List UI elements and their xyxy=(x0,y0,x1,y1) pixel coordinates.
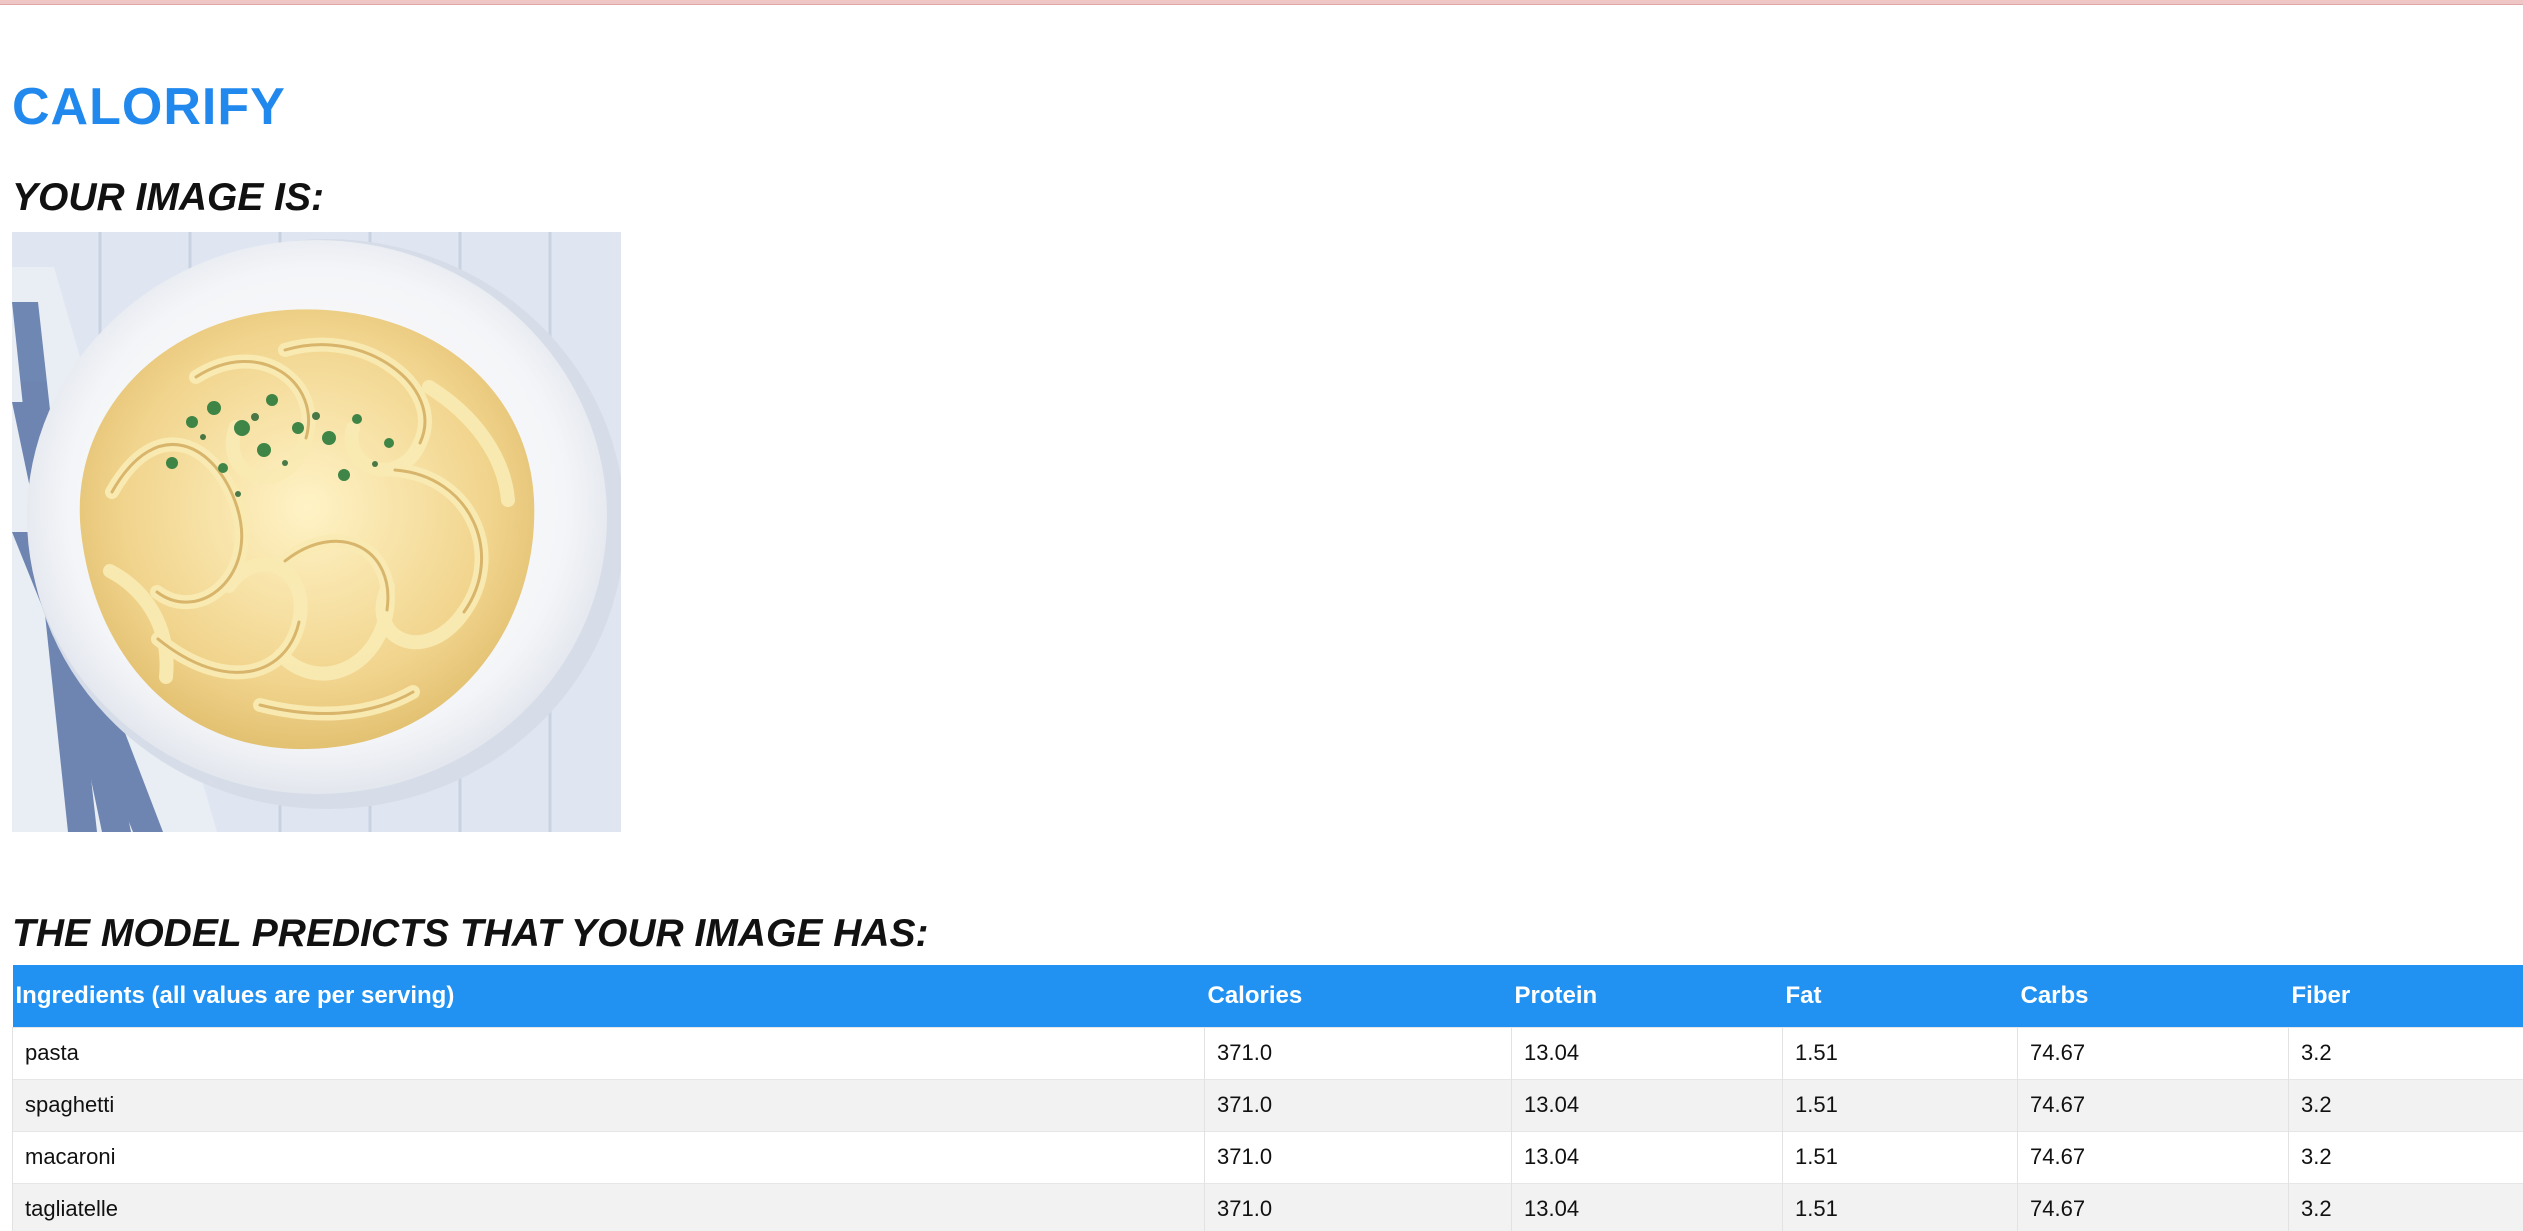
carbs-cell: 74.67 xyxy=(2017,1026,2289,1079)
column-header-carbs: Carbs xyxy=(2020,981,2089,1009)
table-row: pasta 371.0 13.04 1.51 74.67 3.2 xyxy=(12,1026,2523,1079)
calories-cell: 371.0 xyxy=(1204,1130,1512,1183)
ingredient-cell: pasta xyxy=(12,1026,1205,1079)
ingredient-cell: tagliatelle xyxy=(12,1182,1205,1231)
protein-cell: 13.04 xyxy=(1511,1182,1783,1231)
nutrition-table: Ingredients (all values are per serving)… xyxy=(12,965,2523,1231)
protein-cell: 13.04 xyxy=(1511,1026,1783,1079)
ingredient-cell: spaghetti xyxy=(12,1078,1205,1131)
table-row: macaroni 371.0 13.04 1.51 74.67 3.2 xyxy=(12,1130,2523,1183)
calorify-page: CALORIFY YOUR IMAGE IS: THE MODEL PREDIC… xyxy=(12,0,2523,1231)
uploaded-food-image xyxy=(12,232,621,832)
column-header-protein: Protein xyxy=(1514,981,1598,1009)
column-header-calories: Calories xyxy=(1207,981,1303,1009)
table-row: tagliatelle 371.0 13.04 1.51 74.67 3.2 xyxy=(12,1182,2523,1231)
prediction-heading: THE MODEL PREDICTS THAT YOUR IMAGE HAS: xyxy=(12,912,929,956)
fiber-cell: 3.2 xyxy=(2288,1026,2523,1079)
pasta-pile xyxy=(79,309,535,750)
nutrition-table-container: Ingredients (all values are per serving)… xyxy=(12,965,2523,1231)
calories-cell: 371.0 xyxy=(1204,1078,1512,1131)
calories-cell: 371.0 xyxy=(1204,1026,1512,1079)
protein-cell: 13.04 xyxy=(1511,1130,1783,1183)
fiber-cell: 3.2 xyxy=(2288,1078,2523,1131)
calories-cell: 371.0 xyxy=(1204,1182,1512,1231)
column-header-fiber: Fiber xyxy=(2291,981,2351,1009)
fat-cell: 1.51 xyxy=(1782,1182,2018,1231)
app-title: CALORIFY xyxy=(12,77,286,136)
carbs-cell: 74.67 xyxy=(2017,1078,2289,1131)
column-header-fat: Fat xyxy=(1785,981,1822,1009)
uploaded-image-heading: YOUR IMAGE IS: xyxy=(12,176,325,220)
ingredient-cell: macaroni xyxy=(12,1130,1205,1183)
fiber-cell: 3.2 xyxy=(2288,1130,2523,1183)
column-header-ingredients: Ingredients (all values are per serving) xyxy=(15,981,455,1009)
table-header-row: Ingredients (all values are per serving)… xyxy=(12,965,2523,1027)
pasta-plate-image xyxy=(12,232,621,832)
carbs-cell: 74.67 xyxy=(2017,1130,2289,1183)
table-row: spaghetti 371.0 13.04 1.51 74.67 3.2 xyxy=(12,1078,2523,1131)
protein-cell: 13.04 xyxy=(1511,1078,1783,1131)
fat-cell: 1.51 xyxy=(1782,1078,2018,1131)
fiber-cell: 3.2 xyxy=(2288,1182,2523,1231)
fat-cell: 1.51 xyxy=(1782,1026,2018,1079)
fat-cell: 1.51 xyxy=(1782,1130,2018,1183)
carbs-cell: 74.67 xyxy=(2017,1182,2289,1231)
